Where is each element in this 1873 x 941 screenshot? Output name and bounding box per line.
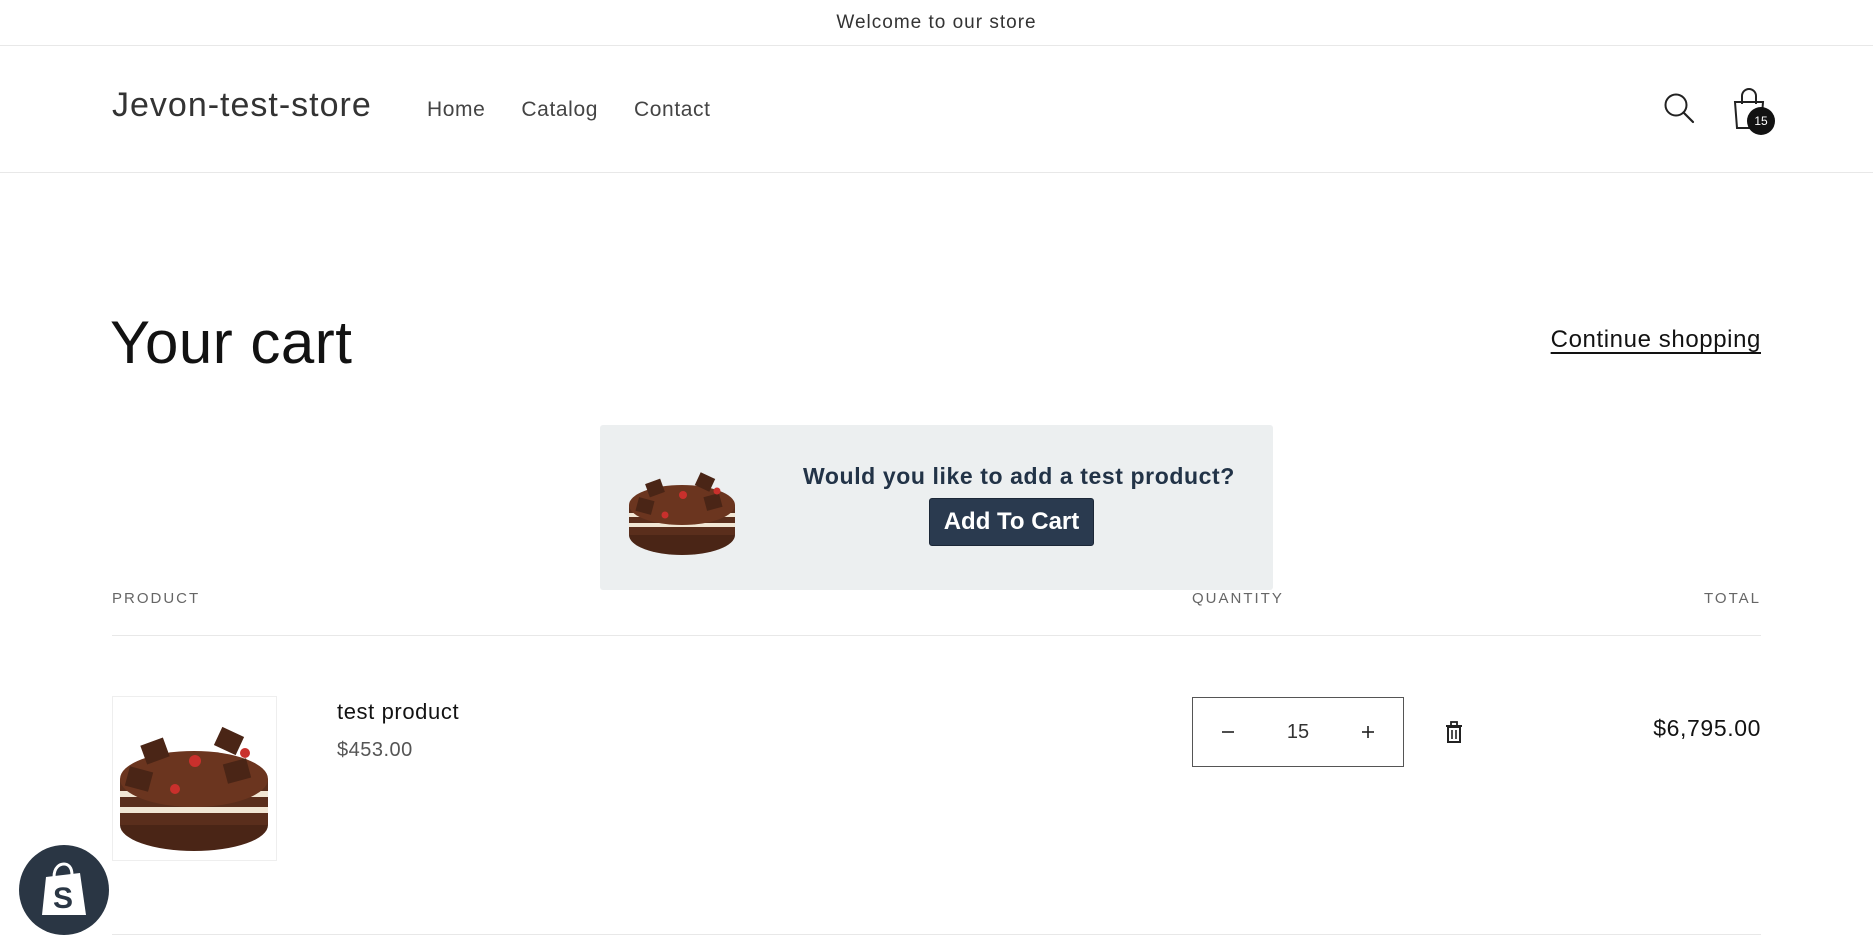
nav-catalog[interactable]: Catalog — [521, 98, 598, 122]
upsell-product-image — [629, 472, 735, 555]
cart-item-image[interactable] — [112, 696, 277, 861]
cart-item-name[interactable]: test product — [337, 699, 459, 725]
shopify-bag-icon: S — [42, 862, 86, 915]
announcement-bar: Welcome to our store — [0, 0, 1873, 46]
decrease-quantity-button[interactable] — [1193, 698, 1263, 766]
site-header: Jevon-test-store Home Catalog Contact 15 — [0, 46, 1873, 173]
search-button[interactable] — [1662, 91, 1698, 127]
plus-icon — [1362, 726, 1374, 738]
quantity-input[interactable]: 15 — [1287, 721, 1309, 744]
trash-icon — [1446, 721, 1462, 743]
upsell-banner: Would you like to add a test product? Ad… — [600, 425, 1273, 590]
minus-icon — [1222, 731, 1234, 733]
nav-contact[interactable]: Contact — [634, 98, 711, 122]
search-icon — [1664, 93, 1695, 124]
cart-item-total: $6,795.00 — [1653, 715, 1761, 741]
remove-item-button[interactable] — [1440, 718, 1468, 748]
announcement-text: Welcome to our store — [836, 11, 1037, 33]
upsell-question: Would you like to add a test product? — [803, 463, 1235, 489]
store-name-link[interactable]: Jevon-test-store — [112, 86, 372, 125]
continue-shopping-link[interactable]: Continue shopping — [1551, 326, 1761, 354]
main-nav: Home Catalog Contact — [427, 98, 711, 122]
add-to-cart-button[interactable]: Add To Cart — [929, 498, 1094, 546]
column-header-quantity: QUANTITY — [1192, 590, 1284, 607]
shopify-badge-button[interactable]: S — [19, 845, 109, 935]
increase-quantity-button[interactable] — [1333, 698, 1403, 766]
table-divider-bottom — [112, 934, 1761, 935]
cart-item-price: $453.00 — [337, 739, 413, 761]
svg-text:S: S — [53, 882, 73, 915]
table-divider — [112, 635, 1761, 636]
column-header-product: PRODUCT — [112, 590, 201, 607]
nav-home[interactable]: Home — [427, 98, 485, 122]
cart-count-badge: 15 — [1747, 107, 1775, 135]
column-header-total: TOTAL — [1704, 590, 1761, 607]
cake-image — [120, 726, 268, 851]
page-title: Your cart — [110, 309, 353, 376]
quantity-stepper: 15 — [1192, 697, 1404, 767]
